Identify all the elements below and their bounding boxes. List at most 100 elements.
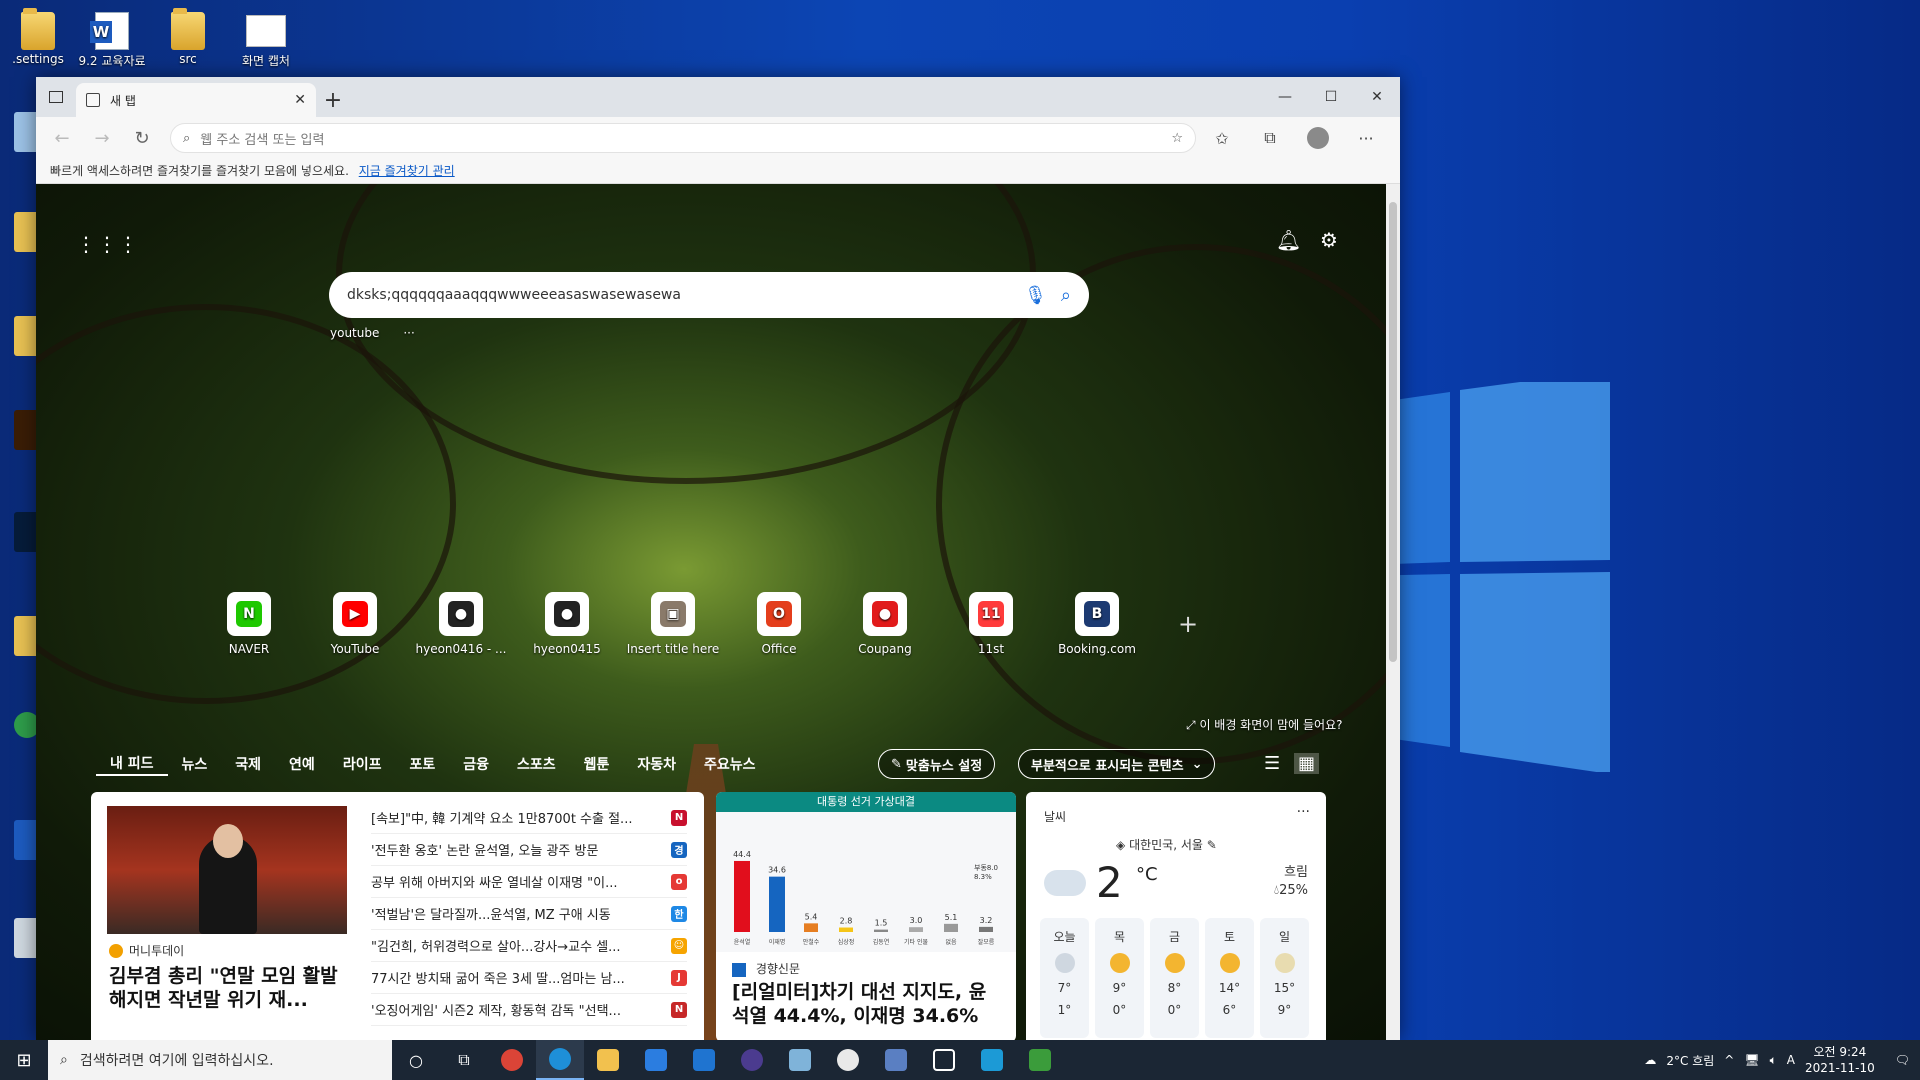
volume-icon[interactable]: 🔈︎ [1770, 1053, 1777, 1068]
notepad-icon[interactable] [776, 1040, 824, 1080]
quick-link-0[interactable]: N NAVER [196, 592, 302, 656]
mail-icon[interactable] [680, 1040, 728, 1080]
microphone-icon[interactable]: 🎙︎ [1024, 285, 1047, 306]
network-icon[interactable]: 🖥︎ [1744, 1053, 1759, 1067]
maximize-button[interactable]: ☐ [1308, 77, 1354, 117]
feed-tab-4[interactable]: 라이프 [329, 752, 396, 776]
news-list-item[interactable]: '전두환 옹호' 논란 윤석열, 오늘 광주 방문 경 [371, 834, 687, 866]
tab-actions-button[interactable] [36, 77, 76, 117]
forecast-day[interactable]: 금 8° 0° [1150, 918, 1199, 1038]
desktop-icon-word-doc[interactable]: W 9.2 교육자료 [74, 10, 150, 69]
custom-news-button[interactable]: ✎ 맞춤뉴스 설정 [878, 749, 996, 779]
list-view-icon[interactable]: ☰ [1264, 753, 1280, 774]
more-menu-icon[interactable]: ··· [1344, 122, 1388, 154]
news-list-item[interactable]: "김건희, 허위경력으로 살아...강사→교수 셀... ☺ [371, 930, 687, 962]
feed-tab-9[interactable]: 자동차 [623, 752, 690, 776]
content-visibility-dropdown[interactable]: 부분적으로 표시되는 콘텐츠 ⌄ [1018, 749, 1216, 779]
app-icon[interactable] [968, 1040, 1016, 1080]
chevron-up-icon[interactable]: ^ [1724, 1053, 1734, 1067]
feed-tab-2[interactable]: 국제 [221, 752, 275, 776]
news-card-poll[interactable]: 대통령 선거 가상대결 44.4 윤석열 34.6 이재명 5.4 안철수 2.8 심상정 1.… [716, 792, 1016, 1040]
news-list-item[interactable]: '오징어게임' 시즌2 제작, 황동혁 감독 "선택... N [371, 994, 687, 1026]
feed-tab-10[interactable]: 주요뉴스 [690, 752, 770, 776]
page-scrollbar[interactable] [1386, 184, 1400, 1040]
manage-favorites-link[interactable]: 지금 즐겨찾기 관리 [359, 164, 455, 178]
like-background-link[interactable]: ⤢ 이 배경 화면이 맘에 들어요? [1186, 716, 1343, 733]
media-icon[interactable] [1016, 1040, 1064, 1080]
edit-icon[interactable]: ✎ [1207, 838, 1217, 852]
eclipse-icon[interactable] [728, 1040, 776, 1080]
notifications-icon[interactable]: 🗨︎ [1895, 1053, 1910, 1067]
feed-tab-5[interactable]: 포토 [395, 752, 449, 776]
grid-view-icon[interactable]: ▦ [1294, 753, 1320, 774]
news-card-main[interactable]: 머니투데이 김부겸 총리 "연말 모임 활발해지면 작년말 위기 재... [속… [91, 792, 704, 1040]
chrome-icon[interactable] [488, 1040, 536, 1080]
tray-weather[interactable]: 2°C 흐림 [1666, 1052, 1714, 1069]
more-options-icon[interactable]: ··· [1297, 804, 1310, 820]
task-view-icon[interactable]: ⧉ [440, 1040, 488, 1080]
3d-viewer-icon[interactable] [920, 1040, 968, 1080]
app-launcher-icon[interactable]: ⋮⋮⋮ [76, 232, 139, 256]
feed-tab-0[interactable]: 내 피드 [96, 752, 168, 776]
news-list-item[interactable]: [속보]"中, 韓 기계약 요소 1만8700t 수출 절... N [371, 802, 687, 834]
store-icon[interactable] [632, 1040, 680, 1080]
news-headline[interactable]: 김부겸 총리 "연말 모임 활발해지면 작년말 위기 재... [109, 964, 349, 1012]
ime-indicator[interactable]: A [1787, 1053, 1795, 1067]
quick-link-6[interactable]: ● Coupang [832, 592, 938, 656]
search-icon[interactable]: ⌕ [1061, 285, 1071, 306]
edge-icon[interactable] [536, 1040, 584, 1080]
add-quick-link-button[interactable]: + [1178, 610, 1198, 638]
forecast-day[interactable]: 오늘 7° 1° [1040, 918, 1089, 1038]
poll-headline[interactable]: [리얼미터]차기 대선 지지도, 윤석열 44.4%, 이재명 34.6% [732, 980, 1002, 1028]
add-favorite-icon[interactable]: ☆ [1171, 131, 1183, 146]
quick-link-8[interactable]: B Booking.com [1044, 592, 1150, 656]
feed-tab-7[interactable]: 스포츠 [503, 752, 570, 776]
minimize-button[interactable]: — [1262, 77, 1308, 117]
feed-tab-3[interactable]: 연예 [275, 752, 329, 776]
forecast-day[interactable]: 토 14° 6° [1205, 918, 1254, 1038]
start-button[interactable]: ⊞ [0, 1040, 48, 1080]
feed-tab-1[interactable]: 뉴스 [168, 752, 222, 776]
new-tab-button[interactable]: + [316, 83, 350, 117]
desktop-icon-src[interactable]: src [150, 8, 226, 66]
back-button[interactable]: ← [44, 122, 80, 154]
quick-link-5[interactable]: O Office [726, 592, 832, 656]
desktop-icon-settings[interactable]: .settings [0, 8, 76, 66]
clock[interactable]: 오전 9:24 2021-11-10 [1805, 1044, 1875, 1076]
address-bar[interactable]: ⌕ 웹 주소 검색 또는 입력 ☆ [170, 123, 1196, 153]
close-window-button[interactable]: ✕ [1354, 77, 1400, 117]
cortana-icon[interactable]: ○ [392, 1040, 440, 1080]
forecast-day[interactable]: 목 9° 0° [1095, 918, 1144, 1038]
refresh-button[interactable]: ↻ [124, 122, 160, 154]
feed-tab-8[interactable]: 웹툰 [570, 752, 624, 776]
feed-tab-6[interactable]: 금융 [449, 752, 503, 776]
scrollbar-thumb[interactable] [1389, 202, 1397, 662]
taskbar-search[interactable]: ⌕ 검색하려면 여기에 입력하십시오. [48, 1040, 392, 1080]
settings-gear-icon[interactable]: ⚙ [1320, 228, 1338, 252]
quick-link-3[interactable]: ● hyeon0415 [514, 592, 620, 656]
weather-card[interactable]: 날씨 ··· ◈ 대한민국, 서울 ✎ 2 °C 흐림 💧︎25% 오늘 7° 1°… [1026, 792, 1326, 1040]
news-list-item[interactable]: 공부 위해 아버지와 싸운 열네살 이재명 "이... o [371, 866, 687, 898]
paint-icon[interactable] [824, 1040, 872, 1080]
weather-location[interactable]: ◈ 대한민국, 서울 ✎ [1116, 836, 1217, 853]
web-search-box[interactable]: dksks;qqqqqqaaaqqqwwweeeasaswasewasewa 🎙… [329, 272, 1089, 318]
desktop-icon-capture[interactable]: 화면 캡처 [228, 10, 304, 69]
suggestion-item[interactable]: youtube [330, 326, 379, 340]
news-list-item[interactable]: 77시간 방치돼 굶어 죽은 3세 딸...엄마는 남... J [371, 962, 687, 994]
weather-cloud-icon[interactable]: ☁ [1644, 1053, 1656, 1067]
forecast-day[interactable]: 일 15° 9° [1260, 918, 1309, 1038]
close-tab-icon[interactable]: ✕ [294, 92, 306, 108]
search-input[interactable]: dksks;qqqqqqaaaqqqwwweeeasaswasewasewa [347, 287, 1010, 303]
file-explorer-icon[interactable] [584, 1040, 632, 1080]
tab-new-tab[interactable]: 새 탭 ✕ [76, 83, 316, 117]
news-list-item[interactable]: '적벌남'은 달라질까...윤석열, MZ 구애 시동 한 [371, 898, 687, 930]
notification-bell-icon[interactable]: 🔔︎ [1276, 228, 1301, 252]
quick-link-2[interactable]: ● hyeon0416 - ... [408, 592, 514, 656]
quick-link-1[interactable]: ▶ YouTube [302, 592, 408, 656]
profile-avatar[interactable] [1296, 122, 1340, 154]
quick-link-4[interactable]: ▣ Insert title here [620, 592, 726, 656]
network-app-icon[interactable] [872, 1040, 920, 1080]
favorites-icon[interactable]: ✩ [1200, 122, 1244, 154]
more-suggestions-icon[interactable]: ··· [403, 326, 414, 340]
forward-button[interactable]: → [84, 122, 120, 154]
